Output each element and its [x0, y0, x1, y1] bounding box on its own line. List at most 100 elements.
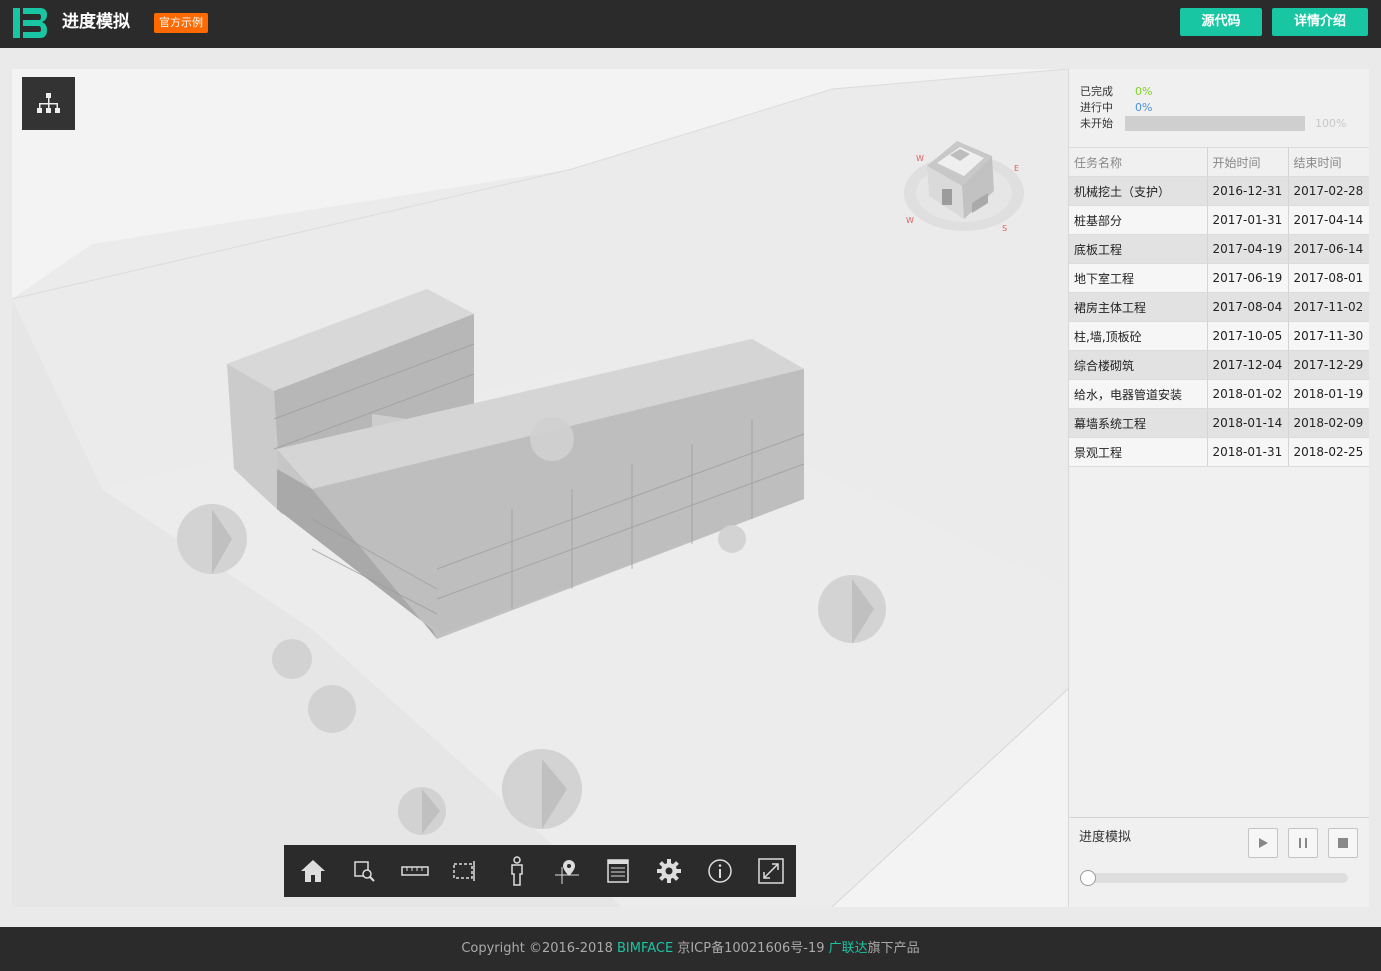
end-time-cell: 2018-01-19	[1288, 379, 1369, 409]
legend-todo-bar	[1125, 116, 1305, 131]
table-row[interactable]: 地下室工程 2017-06-19 2017-08-01	[1069, 263, 1369, 293]
info-icon	[708, 859, 732, 883]
header-start-time[interactable]: 开始时间	[1207, 147, 1289, 177]
measure-button[interactable]	[390, 845, 441, 897]
legend-todo-percent: 100%	[1315, 117, 1347, 130]
task-table: 任务名称 开始时间 结束时间 机械挖土（支护） 2016-12-31 2017-02…	[1069, 147, 1369, 467]
model-tree-icon	[37, 93, 60, 113]
walk-person-icon	[510, 856, 523, 886]
pause-button[interactable]	[1288, 828, 1318, 858]
model-tree-button[interactable]	[22, 77, 75, 130]
start-time-cell: 2018-01-02	[1207, 379, 1289, 409]
table-row[interactable]: 底板工程 2017-04-19 2017-06-14	[1069, 234, 1369, 264]
viewer-toolbar	[284, 845, 796, 897]
measure-ruler-icon	[401, 866, 429, 876]
walk-button[interactable]	[491, 845, 542, 897]
legend-doing-label: 进行中	[1080, 101, 1113, 114]
play-icon	[1259, 838, 1268, 848]
task-name-cell: 柱,墙,顶板砼	[1069, 321, 1208, 351]
fullscreen-icon	[757, 858, 784, 884]
slider-thumb[interactable]	[1080, 870, 1096, 886]
icp-text: 京ICP备10021606号-19	[673, 941, 829, 956]
progress-panel: 已完成 0% 进行中 0% 未开始 100% 任务名称 开始时间 结束时间 机械…	[1068, 69, 1369, 907]
end-time-cell: 2017-04-14	[1288, 205, 1369, 235]
properties-button[interactable]	[593, 845, 644, 897]
settings-button[interactable]	[644, 845, 695, 897]
svg-text:S: S	[1002, 224, 1007, 233]
end-time-cell: 2017-11-02	[1288, 292, 1369, 322]
map-pin-button[interactable]	[542, 845, 593, 897]
task-name-cell: 底板工程	[1069, 234, 1208, 264]
legend-todo-label: 未开始	[1080, 117, 1113, 130]
official-sample-badge: 官方示例	[154, 13, 208, 33]
table-row[interactable]: 裙房主体工程 2017-08-04 2017-11-02	[1069, 292, 1369, 322]
start-time-cell: 2018-01-14	[1207, 408, 1289, 438]
section-box-icon	[453, 861, 475, 881]
simulation-label: 进度模拟	[1079, 830, 1132, 845]
task-name-cell: 裙房主体工程	[1069, 292, 1208, 322]
task-name-cell: 给水，电器管道安装	[1069, 379, 1208, 409]
stop-button[interactable]	[1328, 828, 1358, 858]
table-row[interactable]: 景观工程 2018-01-31 2018-02-25	[1069, 437, 1369, 467]
bimface-link[interactable]: BIMFACE	[617, 941, 673, 956]
svg-text:W: W	[916, 154, 924, 163]
end-time-cell: 2017-06-14	[1288, 234, 1369, 264]
info-button[interactable]	[694, 845, 745, 897]
footer: Copyright ©2016-2018 BIMFACE 京ICP备100216…	[0, 927, 1381, 971]
fullscreen-button[interactable]	[745, 845, 796, 897]
legend-done-percent: 0%	[1135, 85, 1153, 98]
copyright-text: Copyright ©2016-2018	[461, 941, 617, 956]
company-link[interactable]: 广联达	[829, 941, 868, 956]
start-time-cell: 2017-01-31	[1207, 205, 1289, 235]
divider	[1069, 817, 1369, 818]
section-box-button[interactable]	[440, 845, 491, 897]
map-pin-icon	[555, 860, 580, 884]
table-row[interactable]: 综合楼砌筑 2017-12-04 2017-12-29	[1069, 350, 1369, 380]
play-button[interactable]	[1248, 828, 1278, 858]
end-time-cell: 2017-11-30	[1288, 321, 1369, 351]
table-row[interactable]: 桩基部分 2017-01-31 2017-04-14	[1069, 205, 1369, 235]
source-code-button[interactable]: 源代码	[1180, 8, 1262, 36]
home-icon	[301, 860, 326, 882]
header-end-time[interactable]: 结束时间	[1288, 147, 1369, 177]
viewcube-house-icon[interactable]: W W E S	[902, 131, 1032, 241]
detail-intro-button[interactable]: 详情介绍	[1272, 8, 1368, 36]
model-viewer[interactable]: W W E S	[12, 69, 1068, 907]
pause-icon	[1299, 838, 1307, 848]
app-title: 进度模拟	[62, 12, 130, 32]
table-row[interactable]: 幕墙系统工程 2018-01-14 2018-02-09	[1069, 408, 1369, 438]
table-row[interactable]: 给水，电器管道安装 2018-01-02 2018-01-19	[1069, 379, 1369, 409]
settings-gear-icon	[656, 859, 681, 883]
top-bar: 进度模拟 官方示例 源代码 详情介绍	[0, 0, 1381, 48]
task-name-cell: 综合楼砌筑	[1069, 350, 1208, 380]
legend-done-label: 已完成	[1080, 85, 1113, 98]
task-name-cell: 地下室工程	[1069, 263, 1208, 293]
table-row[interactable]: 柱,墙,顶板砼 2017-10-05 2017-11-30	[1069, 321, 1369, 351]
zoom-box-button[interactable]	[339, 845, 390, 897]
start-time-cell: 2018-01-31	[1207, 437, 1289, 467]
start-time-cell: 2016-12-31	[1207, 176, 1289, 206]
progress-slider[interactable]	[1080, 870, 1348, 886]
header-task-name[interactable]: 任务名称	[1069, 147, 1208, 177]
start-time-cell: 2017-08-04	[1207, 292, 1289, 322]
home-button[interactable]	[288, 845, 339, 897]
task-name-cell: 桩基部分	[1069, 205, 1208, 235]
svg-text:W: W	[906, 216, 914, 225]
task-name-cell: 景观工程	[1069, 437, 1208, 467]
end-time-cell: 2017-02-28	[1288, 176, 1369, 206]
task-name-cell: 机械挖土（支护）	[1069, 176, 1208, 206]
bimface-logo-icon[interactable]	[12, 7, 48, 39]
zoom-box-icon	[354, 861, 375, 882]
start-time-cell: 2017-04-19	[1207, 234, 1289, 264]
stop-icon	[1338, 838, 1348, 848]
task-name-cell: 幕墙系统工程	[1069, 408, 1208, 438]
legend-doing-percent: 0%	[1135, 101, 1153, 114]
end-time-cell: 2017-08-01	[1288, 263, 1369, 293]
start-time-cell: 2017-10-05	[1207, 321, 1289, 351]
end-time-cell: 2018-02-09	[1288, 408, 1369, 438]
table-row[interactable]: 机械挖土（支护） 2016-12-31 2017-02-28	[1069, 176, 1369, 206]
start-time-cell: 2017-06-19	[1207, 263, 1289, 293]
start-time-cell: 2017-12-04	[1207, 350, 1289, 380]
properties-list-icon	[607, 859, 629, 883]
end-time-cell: 2018-02-25	[1288, 437, 1369, 467]
